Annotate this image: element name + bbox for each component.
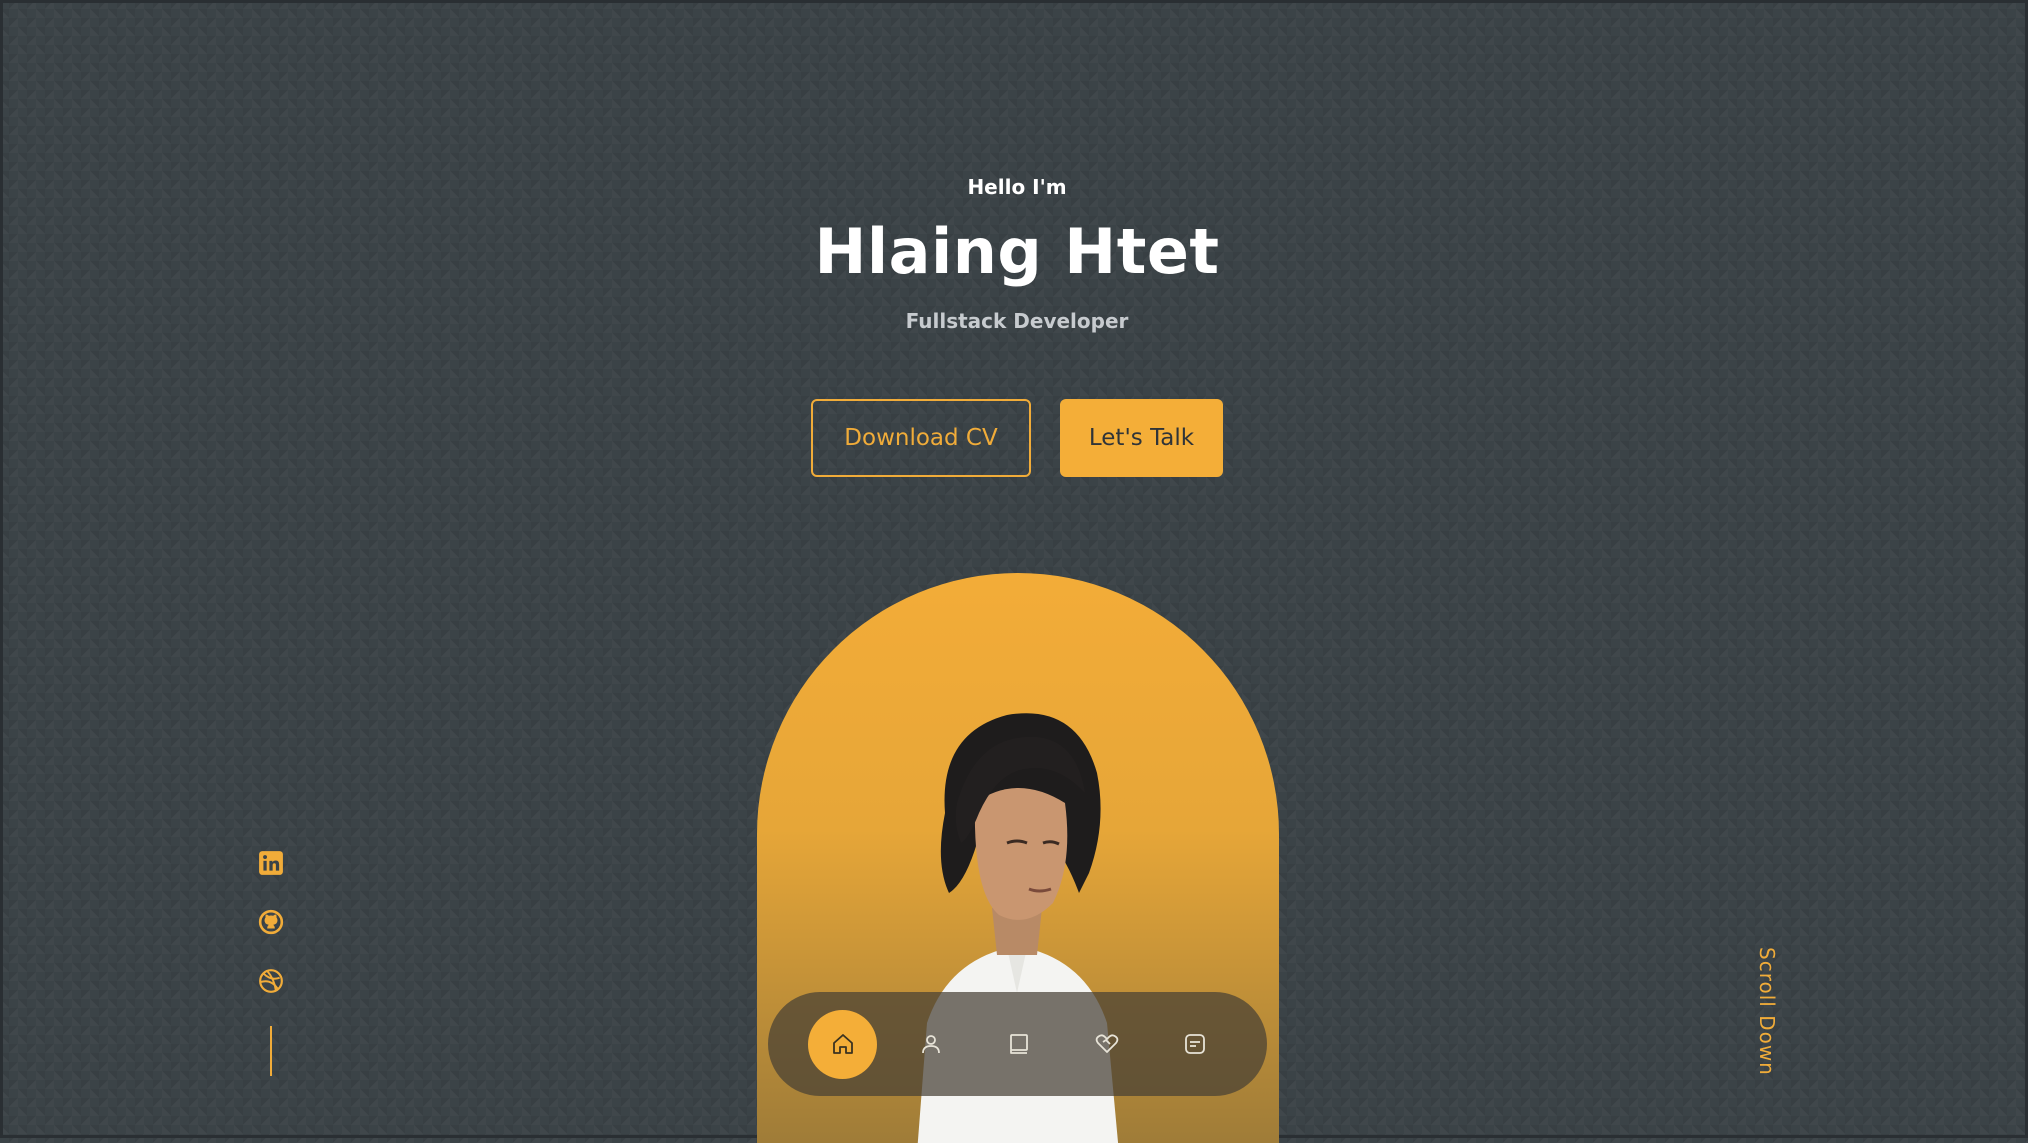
nav-home[interactable] — [808, 1009, 877, 1079]
github-icon — [258, 909, 284, 935]
github-link[interactable] — [257, 908, 285, 936]
dribbble-icon — [259, 969, 283, 993]
handshake-icon — [1095, 1034, 1118, 1053]
social-rail-divider — [270, 1026, 272, 1076]
dribbble-link[interactable] — [257, 967, 285, 995]
hero-name: Hlaing Htet — [814, 215, 1220, 288]
nav-experience[interactable] — [984, 1010, 1053, 1079]
social-rail — [257, 849, 285, 1076]
book-icon — [1009, 1034, 1028, 1054]
home-icon — [832, 1034, 853, 1054]
hero-role: Fullstack Developer — [905, 309, 1129, 333]
cta-buttons: Download CV Let's Talk — [3, 399, 2028, 477]
greeting-text: Hello I'm — [967, 175, 1067, 199]
scroll-down-link[interactable]: Scroll Down — [1755, 947, 1779, 1076]
linkedin-link[interactable] — [257, 849, 285, 877]
lets-talk-button[interactable]: Let's Talk — [1060, 399, 1223, 477]
bottom-nav — [768, 992, 1267, 1096]
message-icon — [1184, 1034, 1205, 1054]
user-icon — [921, 1035, 940, 1054]
nav-contact[interactable] — [1160, 1010, 1229, 1079]
download-cv-button[interactable]: Download CV — [811, 399, 1031, 477]
nav-services[interactable] — [1072, 1010, 1141, 1079]
linkedin-icon — [259, 851, 283, 875]
nav-about[interactable] — [896, 1010, 965, 1079]
